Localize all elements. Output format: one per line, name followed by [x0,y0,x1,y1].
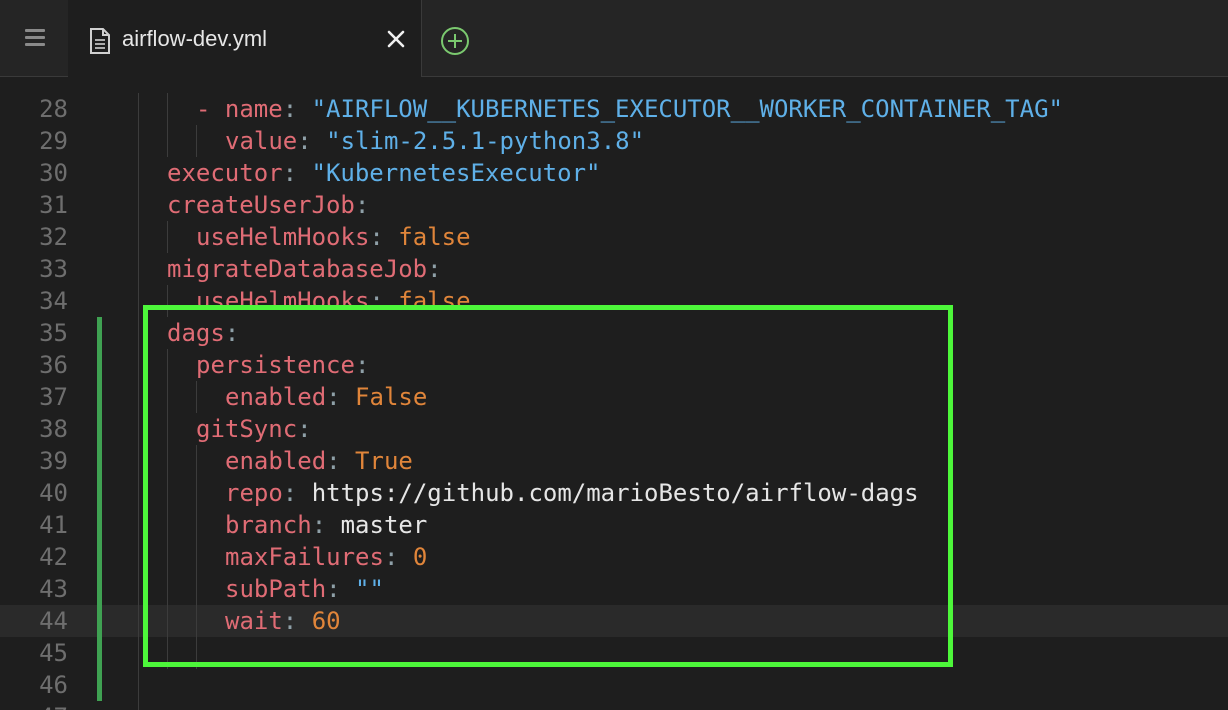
code-text: - name: "AIRFLOW__KUBERNETES_EXECUTOR__W… [196,95,1063,123]
line-number: 44 [39,607,68,635]
line-number: 38 [39,415,68,443]
code-line[interactable]: 28 - name: "AIRFLOW__KUBERNETES_EXECUTOR_… [0,93,1228,125]
line-number: 40 [39,479,68,507]
document-icon [90,28,110,54]
git-added-indicator [97,317,102,701]
code-text: executor: "KubernetesExecutor" [167,159,601,187]
line-number: 30 [39,159,68,187]
line-number: 46 [39,671,68,699]
tab-bar: airflow-dev.yml [0,0,1228,77]
line-number: 39 [39,447,68,475]
line-number: 36 [39,351,68,379]
line-number: 47 [0,701,68,710]
code-line[interactable]: 30 executor: "KubernetesExecutor" [0,157,1228,189]
line-number: 45 [39,639,68,667]
line-number: 42 [39,543,68,571]
menu-button[interactable] [0,0,69,76]
line-number: 41 [39,511,68,539]
line-number: 43 [39,575,68,603]
code-text: migrateDatabaseJob: [167,255,442,283]
line-number: 34 [39,287,68,315]
code-line[interactable]: 29 value: "slim-2.5.1-python3.8" [0,125,1228,157]
line-number: 32 [39,223,68,251]
highlight-box [143,305,953,667]
tab-airflow-dev[interactable]: airflow-dev.yml [68,0,422,77]
line-number: 33 [39,255,68,283]
code-text: value: "slim-2.5.1-python3.8" [225,127,645,155]
code-line[interactable]: 46 [0,669,1228,701]
hamburger-menu-icon [25,29,45,32]
close-icon[interactable] [384,27,408,51]
code-line[interactable]: 32 useHelmHooks: false [0,221,1228,253]
line-number: 28 [39,95,68,123]
code-text: createUserJob: [167,191,370,219]
code-line[interactable]: 47 [0,701,1228,710]
code-text: useHelmHooks: false [196,223,471,251]
line-number: 35 [39,319,68,347]
line-number: 31 [39,191,68,219]
line-number: 29 [39,127,68,155]
plus-circle-icon[interactable] [440,26,470,56]
code-line[interactable]: 33 migrateDatabaseJob: [0,253,1228,285]
code-line[interactable]: 31 createUserJob: [0,189,1228,221]
line-number: 37 [39,383,68,411]
tab-title: airflow-dev.yml [122,26,268,51]
